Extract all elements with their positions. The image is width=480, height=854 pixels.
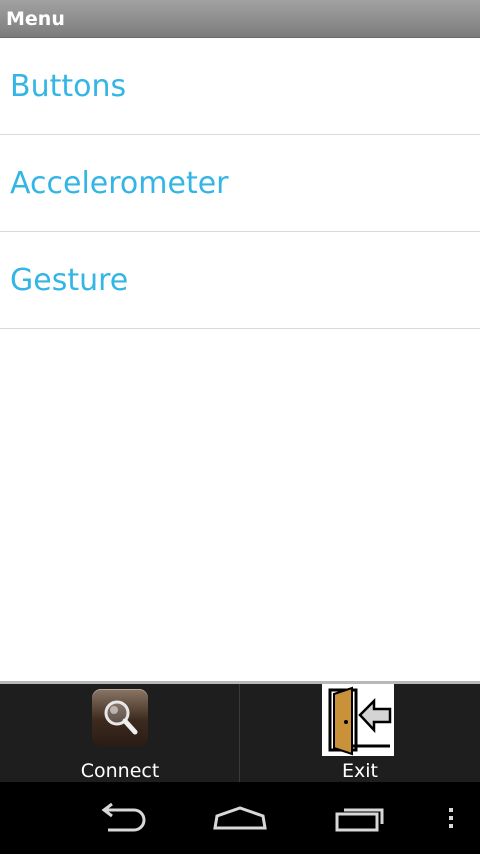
exit-button[interactable]: Exit [240, 684, 480, 782]
back-icon[interactable] [90, 798, 150, 838]
connect-button[interactable]: Connect [0, 684, 240, 782]
title-bar: Menu [0, 0, 480, 38]
connect-label: Connect [80, 760, 160, 782]
options-menu: Connect Exit [0, 681, 480, 782]
menu-item-accelerometer[interactable]: Accelerometer [0, 135, 480, 232]
recent-apps-icon[interactable] [330, 798, 390, 838]
menu-item-label: Accelerometer [10, 166, 229, 201]
menu-item-label: Buttons [10, 69, 127, 104]
exit-label: Exit [342, 760, 378, 782]
menu-item-buttons[interactable]: Buttons [0, 38, 480, 135]
magnifier-icon [92, 689, 148, 746]
menu-item-gesture[interactable]: Gesture [0, 232, 480, 329]
overflow-menu-icon[interactable] [440, 798, 460, 838]
exit-door-icon [322, 684, 394, 756]
menu-item-label: Gesture [10, 263, 129, 298]
menu-list: Buttons Accelerometer Gesture [0, 38, 480, 329]
home-icon[interactable] [210, 798, 270, 838]
navigation-bar [0, 782, 480, 854]
page-title: Menu [6, 8, 65, 30]
